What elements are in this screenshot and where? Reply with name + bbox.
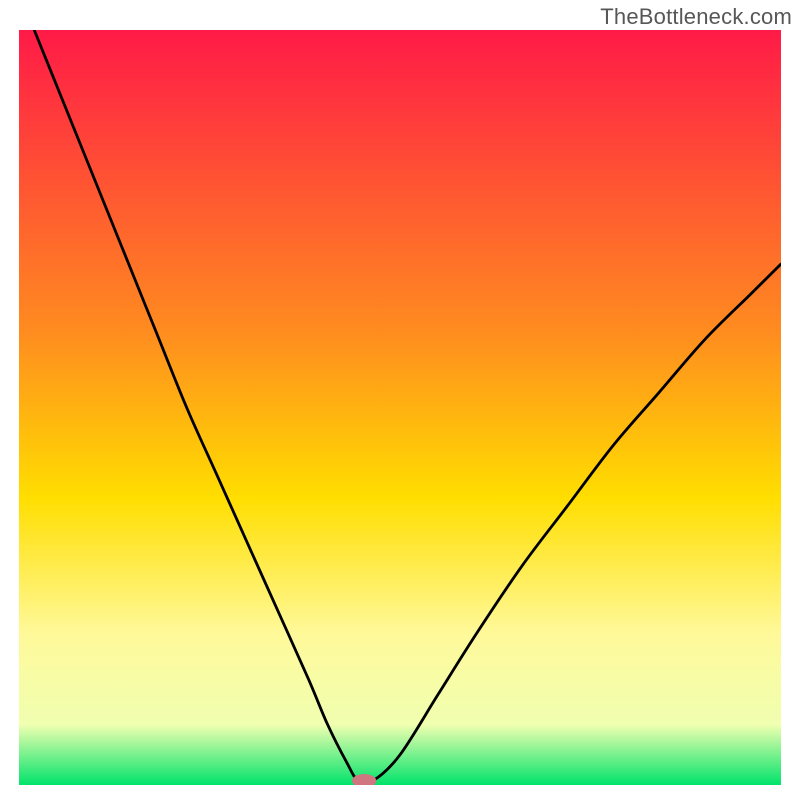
plot-area: [19, 30, 781, 785]
chart-svg: [19, 30, 781, 785]
gradient-background: [19, 30, 781, 785]
chart-container: TheBottleneck.com: [0, 0, 800, 800]
watermark-text: TheBottleneck.com: [600, 4, 792, 30]
